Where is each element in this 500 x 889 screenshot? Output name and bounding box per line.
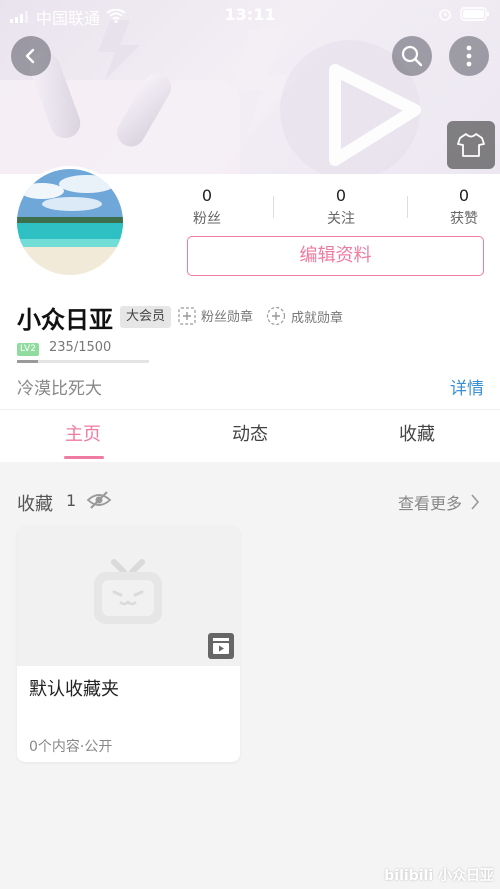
achievement-medal-label: 成就勋章 <box>291 310 344 326</box>
achievement-medal-button[interactable]: 成就勋章 <box>266 306 343 326</box>
profile-card: 0 粉丝 0 关注 0 获赞 编辑资料 小众日亚 大会员 粉丝勋章 成就勋章 L… <box>0 166 500 409</box>
view-more-link[interactable]: 查看更多 <box>398 490 480 514</box>
username: 小众日亚 <box>17 306 113 334</box>
theme-skin-button[interactable] <box>447 121 495 169</box>
tab-dynamics[interactable]: 动态 <box>167 410 333 463</box>
favorite-folder-card[interactable]: 默认收藏夹 0个内容·公开 <box>17 526 240 762</box>
stat-likes[interactable]: 0 获赞 <box>414 186 500 228</box>
status-time: 13:11 <box>224 5 276 24</box>
following-count: 0 <box>335 186 347 205</box>
add-achievement-icon <box>266 306 286 326</box>
favorites-header: 收藏 1 查看更多 <box>0 478 500 522</box>
search-icon <box>401 45 423 67</box>
status-bar: 中国联通 13:11 <box>0 0 500 30</box>
folder-meta: 0个内容·公开 <box>29 739 113 755</box>
fans-count: 0 <box>201 186 213 205</box>
status-right <box>438 6 490 25</box>
chevron-right-icon <box>471 494 480 510</box>
profile-tabs: 主页 动态 收藏 <box>0 409 500 462</box>
add-medal-icon <box>178 306 196 325</box>
bilibili-tv-placeholder-icon <box>94 559 162 624</box>
folder-name: 默认收藏夹 <box>29 679 119 700</box>
avatar[interactable] <box>14 166 126 278</box>
avatar-beach-image <box>17 169 123 275</box>
fan-medal-label: 粉丝勋章 <box>201 310 254 325</box>
exp-progress-fill <box>17 360 38 363</box>
more-button[interactable] <box>449 36 489 76</box>
tshirt-icon <box>457 133 485 157</box>
battery-icon <box>460 6 490 25</box>
signature: 冷漠比死大 <box>17 379 102 399</box>
chevron-left-icon <box>25 48 35 64</box>
search-button[interactable] <box>392 36 432 76</box>
detail-link[interactable]: 详情 <box>450 374 484 399</box>
level-badge: LV2 <box>17 343 39 356</box>
stat-fans[interactable]: 0 粉丝 <box>157 186 257 228</box>
folder-cover <box>17 526 240 666</box>
vip-badge[interactable]: 大会员 <box>120 306 172 328</box>
edit-profile-button[interactable]: 编辑资料 <box>187 236 484 276</box>
alarm-icon <box>438 6 452 25</box>
eye-hidden-icon[interactable] <box>86 490 112 514</box>
stat-divider <box>273 196 274 218</box>
back-button[interactable] <box>11 36 51 76</box>
favorites-count: 1 <box>66 491 77 510</box>
video-collection-icon <box>208 633 234 659</box>
active-tab-indicator <box>64 456 104 459</box>
tab-favorites[interactable]: 收藏 <box>334 410 500 463</box>
likes-count: 0 <box>458 186 470 205</box>
stat-following[interactable]: 0 关注 <box>291 186 391 228</box>
view-more-label: 查看更多 <box>397 494 462 513</box>
exp-text: 235/1500 <box>49 340 112 355</box>
following-label: 关注 <box>327 211 355 227</box>
favorites-title: 收藏 <box>17 494 53 515</box>
exp-progress-bar <box>17 360 149 363</box>
watermark: bilibili 小众日亚 <box>384 868 494 884</box>
likes-label: 获赞 <box>450 211 478 227</box>
fan-medal-button[interactable]: 粉丝勋章 <box>178 306 253 325</box>
stat-divider <box>407 196 408 218</box>
more-vertical-icon <box>466 45 472 67</box>
fans-label: 粉丝 <box>193 211 221 227</box>
